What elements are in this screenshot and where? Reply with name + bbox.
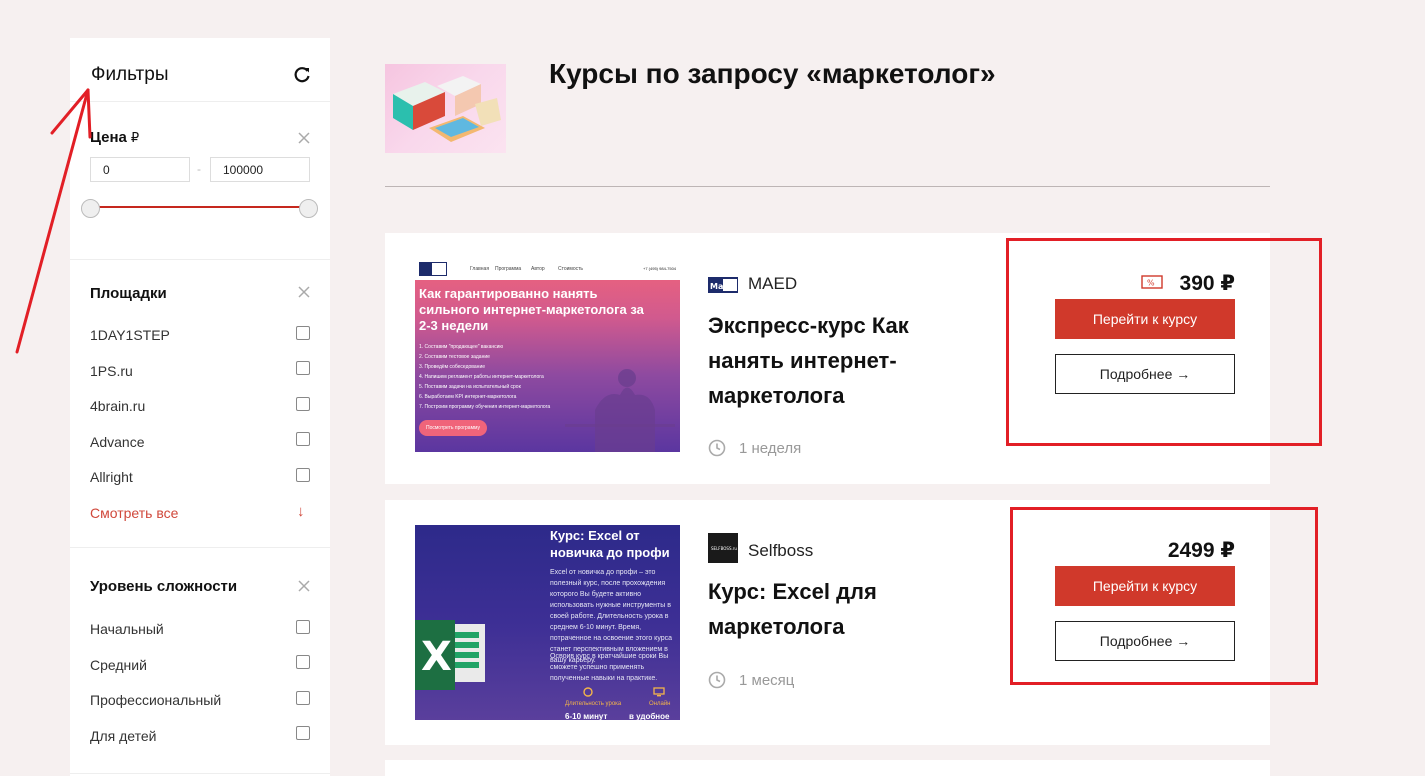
thumb-headline: Курс: Excel от новичка до профи — [550, 528, 670, 560]
excel-logo-icon: X — [415, 620, 485, 690]
selfboss-logo-text: SELFBOSS.ru — [711, 546, 737, 551]
platform-checkbox[interactable] — [296, 397, 310, 411]
header-image — [385, 64, 506, 153]
maed-logo-icon: Ma Ed — [708, 277, 738, 293]
annotation-arrow — [15, 88, 92, 354]
refresh-icon[interactable] — [292, 65, 312, 85]
course-title[interactable]: Курс: Excel для маркетолога — [708, 574, 978, 644]
currency-symbol: ₽ — [130, 130, 140, 145]
course-thumbnail[interactable]: Курс: Excel от новичка до профи Excel от… — [415, 525, 680, 720]
platform-checkbox[interactable] — [296, 326, 310, 340]
thumb-phone: +7 (495) 984-7504 — [643, 266, 677, 271]
platform-checkbox[interactable] — [296, 432, 310, 446]
course-duration: 1 месяц — [739, 672, 795, 689]
annotation-highlight-box — [1006, 238, 1322, 446]
provider-name[interactable]: MAED — [748, 274, 797, 294]
level-filter: Уровень сложности Начальный Средний Проф… — [70, 548, 330, 774]
close-icon[interactable] — [297, 579, 311, 593]
close-icon[interactable] — [297, 285, 311, 299]
silhouette-illustration — [565, 369, 675, 452]
thumb-value: 6-10 минут — [565, 712, 608, 720]
level-option: Профессиональный — [90, 692, 222, 708]
thumb-nav-item: Программа — [495, 266, 522, 272]
see-all-link[interactable]: Смотреть все — [90, 505, 178, 521]
price-slider-track[interactable] — [90, 206, 310, 208]
thumb-body: Освоив курс в кратчайшие сроки Вы сможет… — [550, 653, 669, 682]
course-duration: 1 неделя — [739, 440, 802, 457]
provider-name[interactable]: Selfboss — [748, 541, 813, 561]
level-checkbox[interactable] — [296, 655, 310, 669]
level-checkbox[interactable] — [296, 691, 310, 705]
selfboss-logo-icon: SELFBOSS.ru — [708, 533, 738, 563]
platform-checkbox[interactable] — [296, 361, 310, 375]
platform-option: 1PS.ru — [90, 363, 133, 379]
thumb-cta: Посмотреть программу — [419, 420, 487, 436]
maed-logo-icon — [419, 262, 447, 276]
thumb-label: Длительность урока — [565, 701, 622, 707]
level-option: Начальный — [90, 621, 164, 637]
maed-logo-text: Ma Ed — [710, 282, 738, 291]
thumb-nav-item: Стоимость — [558, 266, 584, 272]
thumb-steps: 1. Составим "продающее" вакансию 2. Сост… — [419, 344, 551, 410]
clock-icon — [583, 687, 593, 697]
course-title[interactable]: Экспресс-курс Как нанять интернет-маркет… — [708, 308, 978, 413]
range-dash: - — [197, 162, 201, 176]
clock-icon — [708, 671, 726, 689]
arrow-down-icon[interactable]: ↓ — [297, 503, 305, 520]
platform-option: Advance — [90, 434, 145, 450]
colorful-blocks-illustration — [393, 76, 501, 142]
level-option: Для детей — [90, 728, 157, 744]
course-thumbnail[interactable]: Главная Программа Автор Стоимость +7 (49… — [415, 260, 680, 452]
platform-checkbox[interactable] — [296, 468, 310, 482]
level-checkbox[interactable] — [296, 620, 310, 634]
header-divider — [385, 186, 1270, 187]
thumb-value: в удобное время — [629, 712, 670, 720]
excel-logo-letter: X — [421, 634, 452, 680]
level-option: Средний — [90, 657, 147, 673]
price-max-input[interactable] — [210, 157, 310, 182]
price-slider-max-handle[interactable] — [299, 199, 318, 218]
thumb-headline: Как гарантированно нанять сильного интер… — [419, 286, 644, 333]
level-filter-title: Уровень сложности — [90, 578, 238, 595]
page-title: Курсы по запросу «маркетолог» — [549, 58, 996, 89]
clock-icon — [708, 439, 726, 457]
close-icon[interactable] — [297, 131, 311, 145]
thumb-label: Онлайн — [649, 701, 671, 707]
platform-option: 4brain.ru — [90, 398, 146, 414]
thumb-nav-item: Главная — [470, 266, 490, 272]
course-card — [385, 760, 1270, 776]
thumbnail-navbar — [415, 260, 680, 280]
platform-option: Allright — [90, 469, 133, 485]
monitor-icon — [653, 687, 665, 697]
annotation-highlight-box — [1010, 507, 1318, 685]
thumb-nav-item: Автор — [531, 266, 545, 272]
level-checkbox[interactable] — [296, 726, 310, 740]
